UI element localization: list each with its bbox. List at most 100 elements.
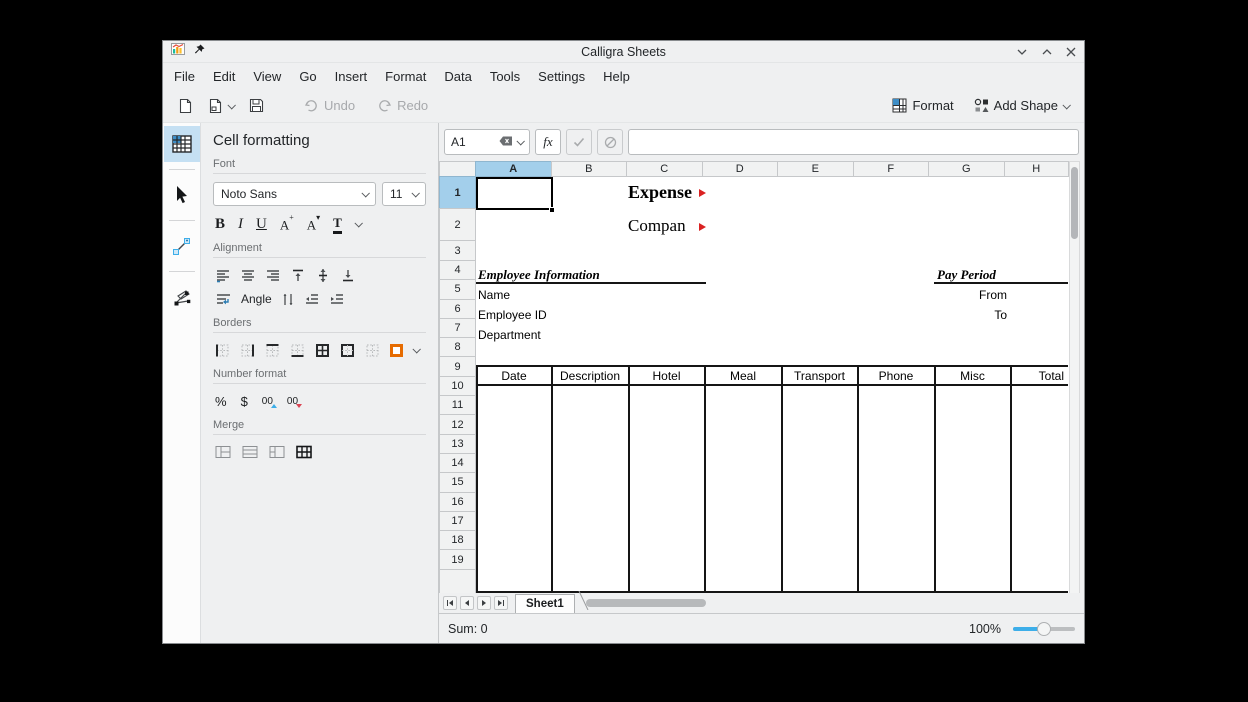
font-size-select[interactable]: 11 — [382, 182, 426, 206]
previous-sheet-button[interactable] — [460, 596, 474, 610]
cell-header-meal[interactable]: Meal — [706, 368, 780, 384]
horizontal-scrollbar-thumb[interactable] — [586, 599, 706, 607]
column-header-d[interactable]: D — [702, 161, 779, 177]
font-color-chevron-icon[interactable] — [354, 219, 362, 227]
tool-path-editing[interactable] — [164, 279, 200, 315]
row-header-6[interactable]: 6 — [439, 299, 476, 319]
zoom-slider[interactable] — [1013, 627, 1075, 631]
border-all-button[interactable] — [315, 343, 330, 358]
wrap-text-button[interactable] — [215, 292, 232, 307]
save-button[interactable] — [246, 95, 267, 116]
row-header-4[interactable]: 4 — [439, 260, 476, 280]
open-dropdown-chevron-icon[interactable] — [227, 101, 235, 109]
decrease-precision-button[interactable]: 00 — [287, 396, 298, 407]
apply-formula-button[interactable] — [566, 129, 592, 155]
open-document-button[interactable] — [205, 95, 237, 117]
row-header-9[interactable]: 9 — [439, 356, 476, 376]
merge-horizontal-button[interactable] — [242, 445, 258, 459]
row-header-2[interactable]: 2 — [439, 208, 476, 241]
tool-connector[interactable] — [164, 228, 200, 264]
percent-format-button[interactable]: % — [215, 394, 227, 409]
border-left-button[interactable] — [215, 343, 230, 358]
column-header-e[interactable]: E — [777, 161, 854, 177]
underline-button[interactable]: U — [256, 216, 267, 232]
grow-font-button[interactable]: A+ — [280, 214, 294, 233]
border-bottom-button[interactable] — [290, 343, 305, 358]
italic-button[interactable]: I — [238, 216, 243, 232]
bold-button[interactable]: B — [215, 216, 225, 232]
row-header-15[interactable]: 15 — [439, 472, 476, 492]
title-bar[interactable]: Calligra Sheets — [163, 41, 1084, 63]
cell-reference-box[interactable]: A1 — [444, 129, 530, 155]
row-header-8[interactable]: 8 — [439, 337, 476, 357]
row-header-1[interactable]: 1 — [439, 176, 476, 209]
select-all-corner[interactable] — [439, 161, 476, 177]
tool-cell-tool[interactable] — [164, 126, 200, 162]
cell-header-misc[interactable]: Misc — [936, 368, 1009, 384]
border-none-button[interactable] — [365, 343, 380, 358]
border-color-swatch[interactable] — [390, 344, 403, 357]
merge-cells-button[interactable] — [215, 445, 231, 459]
vertical-scrollbar[interactable] — [1069, 161, 1080, 594]
last-sheet-button[interactable] — [494, 596, 508, 610]
font-color-button[interactable]: T — [333, 215, 342, 234]
row-header-10[interactable]: 10 — [439, 376, 476, 396]
row-header-12[interactable]: 12 — [439, 414, 476, 434]
cell-to-label[interactable]: To — [935, 308, 1007, 322]
border-outline-button[interactable] — [340, 343, 355, 358]
cell-employee-information[interactable]: Employee Information — [478, 267, 600, 283]
cancel-formula-button[interactable] — [597, 129, 623, 155]
increase-precision-button[interactable]: 00 — [262, 396, 273, 407]
cell-selection[interactable] — [476, 177, 553, 210]
cell-from-label[interactable]: From — [935, 288, 1007, 302]
menu-item-view[interactable]: View — [253, 69, 281, 84]
menu-item-format[interactable]: Format — [385, 69, 426, 84]
cell-expense-title[interactable]: Expense — [628, 182, 698, 206]
border-top-button[interactable] — [265, 343, 280, 358]
function-button[interactable]: fx — [535, 129, 561, 155]
cell-department-label[interactable]: Department — [478, 328, 541, 342]
maximize-icon[interactable] — [1041, 48, 1053, 56]
border-chevron-icon[interactable] — [412, 345, 420, 353]
row-header-16[interactable]: 16 — [439, 492, 476, 512]
align-right-button[interactable] — [265, 268, 281, 283]
indent-less-button[interactable] — [304, 292, 320, 306]
align-middle-button[interactable] — [315, 268, 331, 283]
currency-format-button[interactable]: $ — [241, 394, 248, 409]
cell-name-label[interactable]: Name — [478, 288, 510, 302]
row-header-17[interactable]: 17 — [439, 511, 476, 531]
angle-button[interactable]: Angle — [241, 292, 272, 306]
column-header-h[interactable]: H — [1004, 161, 1070, 177]
close-icon[interactable] — [1066, 47, 1076, 57]
dissociate-cells-button[interactable] — [296, 445, 312, 459]
shrink-font-button[interactable]: A▾ — [307, 214, 320, 233]
row-header-13[interactable]: 13 — [439, 434, 476, 454]
row-header-5[interactable]: 5 — [439, 279, 476, 299]
cell-header-description[interactable]: Description — [553, 368, 627, 384]
border-right-button[interactable] — [240, 343, 255, 358]
cell-employee-id-label[interactable]: Employee ID — [478, 308, 547, 322]
align-left-button[interactable] — [215, 268, 231, 283]
new-document-button[interactable] — [175, 95, 196, 117]
cell-header-date[interactable]: Date — [478, 368, 550, 384]
cell-canvas[interactable]: Expense Compan Employee Information Pay … — [476, 177, 1069, 594]
cell-company-subtitle[interactable]: Compan — [628, 216, 698, 239]
menu-item-help[interactable]: Help — [603, 69, 630, 84]
next-sheet-button[interactable] — [477, 596, 491, 610]
menu-item-data[interactable]: Data — [444, 69, 471, 84]
merge-vertical-button[interactable] — [269, 445, 285, 459]
row-header-3[interactable]: 3 — [439, 240, 476, 261]
zoom-slider-handle[interactable] — [1037, 622, 1051, 636]
column-header-a[interactable]: A — [475, 161, 552, 177]
add-shape-button[interactable]: Add Shape — [971, 95, 1072, 116]
cell-header-hotel[interactable]: Hotel — [630, 368, 703, 384]
column-header-c[interactable]: C — [626, 161, 703, 177]
row-header-14[interactable]: 14 — [439, 453, 476, 473]
column-header-b[interactable]: B — [551, 161, 628, 177]
selection-fill-handle[interactable] — [549, 207, 555, 213]
menu-item-go[interactable]: Go — [299, 69, 316, 84]
cell-header-total[interactable]: Total — [1012, 368, 1064, 384]
first-sheet-button[interactable] — [443, 596, 457, 610]
column-header-g[interactable]: G — [928, 161, 1005, 177]
row-header-11[interactable]: 11 — [439, 395, 476, 415]
